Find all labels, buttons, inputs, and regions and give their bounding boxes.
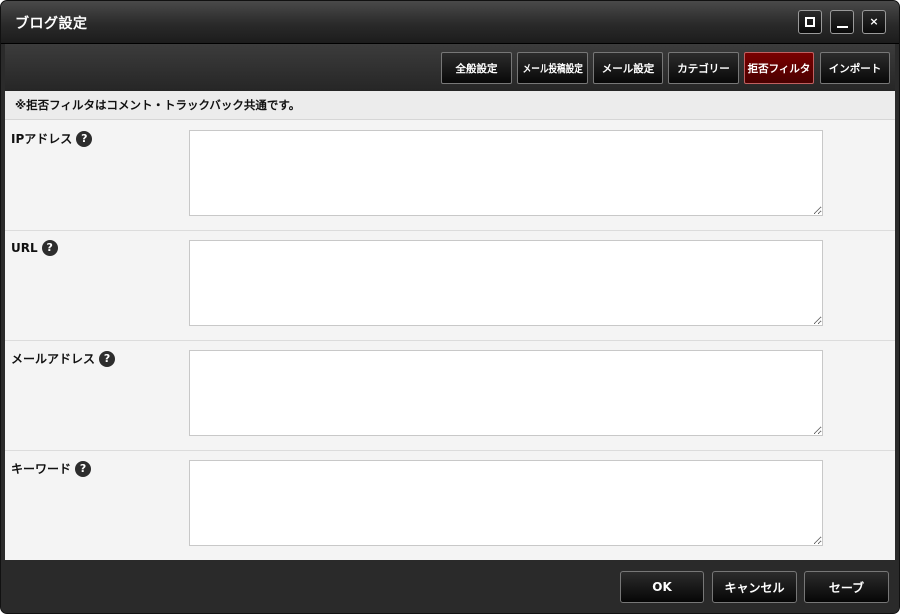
keyword-label: キーワード ? (11, 460, 92, 477)
ip-address-row: IPアドレス ? (5, 120, 895, 231)
tab-general[interactable]: 全般設定 (441, 52, 512, 84)
field-label: メールアドレス (11, 352, 96, 366)
cancel-label: キャンセル (724, 580, 785, 595)
tab-mail-post[interactable]: メール投稿設定 (517, 52, 588, 84)
email-address-row: メールアドレス ? (5, 340, 895, 451)
email-address-label: メールアドレス ? (11, 350, 116, 367)
ip-address-label: IPアドレス ? (11, 130, 93, 147)
dialog-footer: OK キャンセル セーブ (1, 560, 899, 613)
tab-label: 拒否フィルタ (747, 62, 811, 75)
minimize-icon (837, 26, 848, 28)
field-label: URL (11, 241, 38, 255)
tab-mail[interactable]: メール設定 (593, 52, 663, 84)
help-icon[interactable]: ? (41, 240, 58, 256)
tab-label: メール設定 (601, 62, 655, 75)
title-bar[interactable]: ブログ設定 × (1, 1, 899, 44)
minimize-button[interactable] (830, 10, 854, 34)
ip-address-textarea[interactable] (189, 130, 823, 216)
email-address-textarea[interactable] (189, 350, 823, 436)
keyword-textarea[interactable] (189, 460, 823, 546)
ok-label: OK (652, 580, 672, 594)
help-icon[interactable]: ? (75, 460, 92, 477)
notice-text: ※拒否フィルタはコメント・トラックバック共通です。 (15, 98, 301, 112)
filter-form: IPアドレス ? URL ? メールアドレス ? キーワード ? (5, 120, 895, 560)
save-button[interactable]: セーブ (804, 571, 889, 603)
field-label: IPアドレス (11, 132, 73, 146)
save-label: セーブ (828, 580, 865, 595)
tab-reject-filter[interactable]: 拒否フィルタ (744, 52, 814, 84)
window-title: ブログ設定 (15, 16, 88, 32)
field-label: キーワード (11, 462, 72, 476)
keyword-row: キーワード ? (5, 450, 895, 560)
tab-import[interactable]: インポート (820, 52, 890, 84)
ok-button[interactable]: OK (620, 571, 704, 603)
url-textarea[interactable] (189, 240, 823, 326)
help-icon[interactable]: ? (99, 350, 116, 367)
tab-label: メール投稿設定 (522, 62, 583, 75)
maximize-icon (805, 17, 815, 27)
settings-tab-bar: 全般設定 メール投稿設定 メール設定 カテゴリー 拒否フィルタ インポート (5, 44, 895, 91)
cancel-button[interactable]: キャンセル (712, 571, 797, 603)
close-icon: × (869, 15, 879, 28)
help-icon[interactable]: ? (76, 130, 93, 147)
tab-label: インポート (828, 62, 882, 75)
url-row: URL ? (5, 230, 895, 341)
url-label: URL ? (11, 240, 58, 256)
tab-label: 全般設定 (455, 62, 498, 75)
filter-notice: ※拒否フィルタはコメント・トラックバック共通です。 (5, 91, 895, 120)
tab-label: カテゴリー (677, 62, 730, 75)
close-button[interactable]: × (862, 10, 886, 34)
dialog-window: ブログ設定 × 全般設定 メール投稿設定 メール設定 カテゴリー 拒否フィルタ … (0, 0, 900, 614)
maximize-button[interactable] (798, 10, 822, 34)
tab-category[interactable]: カテゴリー (668, 52, 739, 84)
